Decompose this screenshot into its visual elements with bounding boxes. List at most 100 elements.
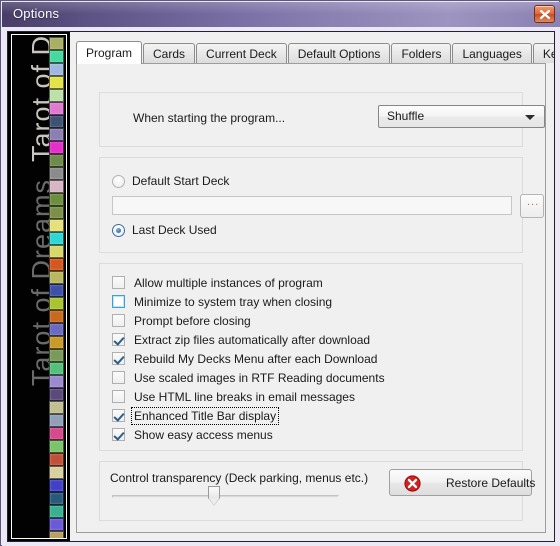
- checkbox-row[interactable]: Use scaled images in RTF Reading documen…: [112, 368, 387, 387]
- group-program-options: Allow multiple instances of program Minim…: [99, 263, 523, 451]
- checkbox-checked-icon[interactable]: [112, 333, 125, 346]
- checkbox-row[interactable]: Rebuild My Decks Menu after each Downloa…: [112, 349, 379, 368]
- checkbox-label: Enhanced Title Bar display: [130, 406, 280, 425]
- color-swatch: [49, 297, 64, 310]
- tab-label: Current Deck: [206, 47, 277, 61]
- restore-defaults-button[interactable]: Restore Defaults: [389, 469, 535, 496]
- color-swatch: [49, 336, 64, 349]
- tab-label: Default Options: [297, 47, 381, 61]
- group-transparency: Control transparency (Deck parking, menu…: [99, 461, 535, 521]
- color-swatch: [49, 63, 64, 76]
- checkbox-unchecked-icon[interactable]: [112, 390, 125, 403]
- color-swatch: [49, 180, 64, 193]
- checkbox-row[interactable]: Show easy access menus: [112, 425, 275, 444]
- color-swatch: [49, 362, 64, 375]
- checkbox-checked-icon[interactable]: [112, 352, 125, 365]
- color-swatch: [49, 414, 64, 427]
- checkbox-unchecked-icon[interactable]: [112, 314, 125, 327]
- options-window: Options Tarot of Dreams Tarot of Dreams: [0, 0, 560, 546]
- checkbox-unchecked-icon[interactable]: [112, 276, 125, 289]
- title-bar-sheen: [2, 2, 560, 14]
- color-swatch: [49, 284, 64, 297]
- color-swatch: [49, 505, 64, 518]
- checkbox-unchecked-icon[interactable]: [112, 371, 125, 384]
- checkbox-row[interactable]: Enhanced Title Bar display: [112, 406, 280, 425]
- close-button[interactable]: [534, 5, 555, 23]
- radio-last-deck-used[interactable]: [112, 224, 125, 237]
- client-area: Tarot of Dreams Tarot of Dreams When sta…: [2, 27, 560, 546]
- checkbox-label: Prompt before closing: [134, 313, 251, 328]
- color-swatch: [49, 258, 64, 271]
- checkbox-row[interactable]: Minimize to system tray when closing: [112, 292, 334, 311]
- transparency-slider-track[interactable]: [112, 495, 339, 498]
- color-swatch: [49, 440, 64, 453]
- checkbox-label: Show easy access menus: [134, 427, 273, 442]
- tab-label: Cards: [153, 47, 186, 61]
- deck-path-input[interactable]: [112, 196, 512, 215]
- color-swatch-column: [49, 37, 64, 538]
- radio-default-start-deck-label: Default Start Deck: [132, 174, 230, 188]
- radio-last-deck-used-label: Last Deck Used: [132, 223, 217, 237]
- group-startup: When starting the program... Shuffle: [99, 92, 545, 147]
- slider-thumb-point-inner: [209, 498, 219, 505]
- checkbox-checked-icon[interactable]: [112, 409, 125, 422]
- transparency-label: Control transparency (Deck parking, menu…: [110, 471, 369, 485]
- dialog-inner-frame: Tarot of Dreams Tarot of Dreams When sta…: [7, 31, 555, 542]
- tab-folders[interactable]: Folders: [391, 43, 452, 63]
- tab-cards[interactable]: Cards: [143, 43, 196, 63]
- transparency-slider-thumb[interactable]: [208, 486, 220, 507]
- tab-page-program: When starting the program... Shuffle Def…: [76, 63, 546, 533]
- color-swatch: [49, 310, 64, 323]
- color-swatch: [49, 492, 64, 505]
- color-swatch: [49, 245, 64, 258]
- close-icon: [539, 9, 551, 20]
- radio-default-start-deck[interactable]: [112, 175, 125, 188]
- group-start-deck: Default Start Deck ... Last Deck Used: [99, 157, 544, 253]
- color-swatch: [49, 193, 64, 206]
- color-swatch: [49, 76, 64, 89]
- checkbox-row[interactable]: Use HTML line breaks in email messages: [112, 387, 357, 406]
- title-bar: Options: [2, 2, 560, 28]
- tab-keys[interactable]: Keys: [532, 43, 554, 63]
- color-swatch: [49, 427, 64, 440]
- startup-label: When starting the program...: [133, 111, 286, 125]
- tab-label: Program: [86, 46, 133, 60]
- checkbox-unchecked-icon[interactable]: [112, 295, 125, 308]
- browse-button[interactable]: ...: [520, 194, 544, 218]
- checkbox-row[interactable]: Allow multiple instances of program: [112, 273, 325, 292]
- color-swatch: [49, 401, 64, 414]
- color-swatch: [49, 206, 64, 219]
- color-swatch: [49, 466, 64, 479]
- color-swatch: [49, 349, 64, 362]
- color-swatch: [49, 154, 64, 167]
- checkbox-row[interactable]: Prompt before closing: [112, 311, 253, 330]
- color-swatch: [49, 531, 64, 538]
- tab-strip: Program Cards Current Deck Default Options F…: [76, 41, 554, 64]
- color-swatch: [49, 128, 64, 141]
- color-swatch: [49, 50, 64, 63]
- checkbox-row[interactable]: Extract zip files automatically after do…: [112, 330, 372, 349]
- chevron-down-icon: [525, 115, 535, 120]
- color-swatch: [49, 375, 64, 388]
- tab-label: Folders: [401, 47, 442, 61]
- window-title: Options: [13, 6, 60, 21]
- tab-default-options[interactable]: Default Options: [287, 43, 391, 63]
- checkbox-label: Use scaled images in RTF Reading documen…: [134, 370, 385, 385]
- color-swatch: [49, 453, 64, 466]
- browse-button-label: ...: [527, 196, 540, 208]
- color-swatch: [49, 219, 64, 232]
- checkbox-label: Rebuild My Decks Menu after each Downloa…: [134, 351, 378, 366]
- tab-label: Keys: [542, 47, 554, 61]
- startup-combobox-value: Shuffle: [387, 109, 425, 123]
- color-swatch: [49, 388, 64, 401]
- checkbox-checked-icon[interactable]: [112, 428, 125, 441]
- startup-combobox[interactable]: Shuffle: [378, 105, 545, 128]
- tab-program[interactable]: Program: [76, 41, 143, 64]
- color-swatch: [49, 479, 64, 492]
- color-swatch: [49, 37, 64, 50]
- tab-languages[interactable]: Languages: [452, 43, 532, 63]
- tab-current-deck[interactable]: Current Deck: [196, 43, 287, 63]
- color-swatch: [49, 102, 64, 115]
- deck-spine-banner: Tarot of Dreams Tarot of Dreams: [8, 32, 71, 541]
- tab-host: When starting the program... Shuffle Def…: [70, 32, 554, 541]
